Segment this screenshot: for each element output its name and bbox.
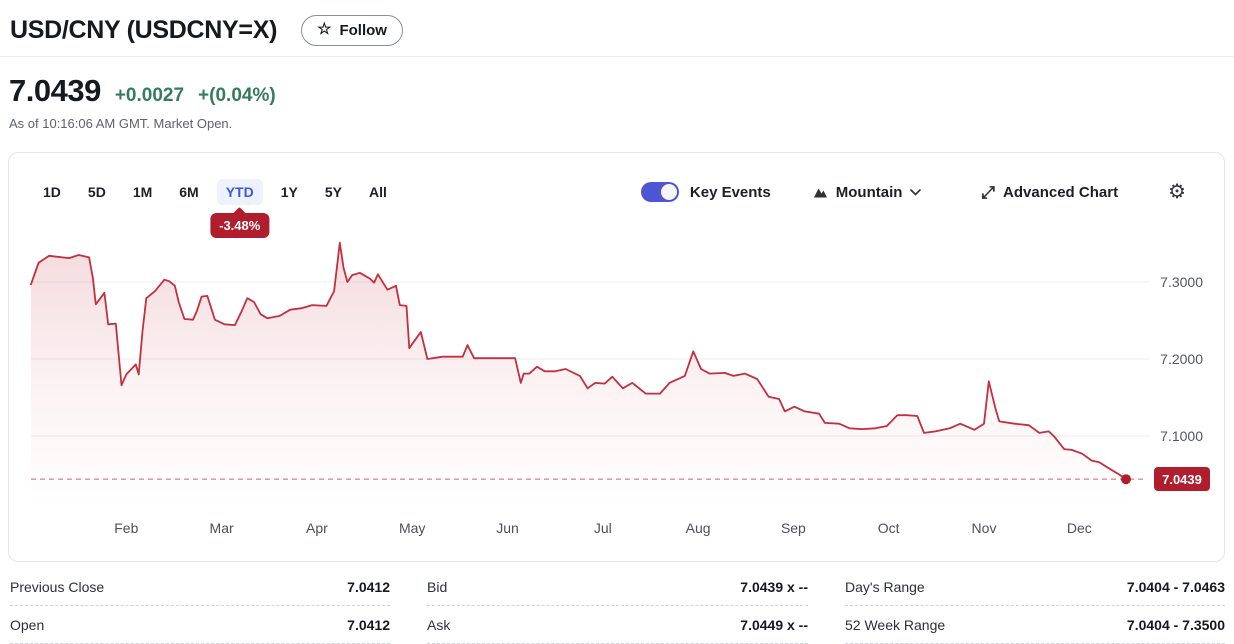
svg-text:Aug: Aug [686, 520, 711, 536]
advanced-chart-button[interactable]: ⤢ Advanced Chart [981, 184, 1118, 201]
tab-1d[interactable]: 1D [34, 179, 70, 205]
tab-5y[interactable]: 5Y [316, 179, 351, 205]
svg-text:Dec: Dec [1067, 520, 1092, 536]
svg-text:Mar: Mar [210, 520, 234, 536]
chart-type-dropdown[interactable]: Mountain [813, 184, 922, 201]
price-change: +0.0027 [114, 85, 185, 106]
stat-label: Day's Range [845, 578, 925, 595]
svg-text:Apr: Apr [306, 520, 328, 536]
stat-previous-close: Previous Close 7.0412 [10, 568, 390, 606]
stat-value: 7.0404 - 7.3500 [1126, 616, 1225, 633]
svg-text:Oct: Oct [878, 520, 900, 536]
star-icon: ☆ [317, 21, 332, 38]
price-change-percent: +(0.04%) [198, 85, 276, 106]
stat-label: Ask [427, 616, 451, 633]
tab-6m[interactable]: 6M [170, 179, 207, 205]
current-price: 7.0439 [9, 73, 101, 108]
key-events-control: Key Events [640, 182, 771, 202]
stat-value: 7.0439 x -- [740, 578, 808, 595]
advanced-chart-label: Advanced Chart [1003, 183, 1119, 201]
svg-text:Feb: Feb [114, 520, 138, 536]
quote-stats: Previous Close 7.0412 Bid 7.0439 x -- Da… [0, 568, 1234, 644]
page-title: USD/CNY (USDCNY=X) [10, 15, 278, 44]
stat-value: 7.0449 x -- [740, 616, 808, 633]
tab-all[interactable]: All [360, 179, 396, 205]
tab-1y[interactable]: 1Y [272, 179, 307, 205]
stat-label: Previous Close [10, 578, 105, 595]
chart-card: 7.3000 7.2000 7.1000 Feb Mar Apr May Jun Jul Aug S… [8, 152, 1225, 562]
stat-bid: Bid 7.0439 x -- [427, 568, 808, 606]
stat-label: 52 Week Range [845, 616, 946, 633]
svg-text:Nov: Nov [972, 520, 997, 536]
price-section: 7.0439 +0.0027 +(0.04%) [0, 57, 1234, 109]
svg-text:Jun: Jun [496, 520, 519, 536]
expand-arrow-icon: ⤢ [981, 182, 996, 202]
stat-label: Open [10, 616, 45, 633]
toggle-knob [660, 184, 677, 200]
mountain-icon [813, 188, 827, 198]
svg-text:7.2000: 7.2000 [1160, 351, 1203, 367]
stat-value: 7.0404 - 7.0463 [1126, 578, 1225, 595]
stat-value: 7.0412 [347, 578, 390, 595]
key-events-toggle[interactable] [640, 182, 679, 202]
stat-open: Open 7.0412 [10, 606, 390, 644]
tab-5d[interactable]: 5D [79, 179, 115, 205]
chart-toolbar: 1D 5D 1M 6M YTD -3.48% 1Y 5Y All Key Eve… [9, 153, 1224, 238]
ytd-change-badge: -3.48% [210, 213, 270, 238]
current-price-badge: 7.0439 [1154, 467, 1210, 491]
follow-button[interactable]: ☆ Follow [301, 14, 403, 46]
price-timestamp: As of 10:16:06 AM GMT. Market Open. [9, 116, 233, 131]
stat-value: 7.0412 [347, 616, 390, 633]
chart-tools: Key Events Mountain ⤢ Advanced Chart ⚙ [640, 182, 1186, 202]
quote-header: USD/CNY (USDCNY=X) ☆ Follow [0, 0, 1234, 57]
svg-text:Sep: Sep [781, 520, 806, 536]
stat-label: Bid [427, 578, 448, 595]
tab-1m[interactable]: 1M [124, 179, 161, 205]
chart-type-label: Mountain [835, 183, 903, 201]
svg-text:Jul: Jul [594, 520, 612, 536]
svg-text:May: May [399, 520, 425, 536]
price-chart[interactable]: 7.3000 7.2000 7.1000 Feb Mar Apr May Jun Jul Aug S… [9, 153, 1226, 563]
stat-52-week-range: 52 Week Range 7.0404 - 7.3500 [845, 606, 1225, 644]
stat-ask: Ask 7.0449 x -- [427, 606, 808, 644]
tab-ytd[interactable]: YTD -3.48% [210, 179, 270, 238]
stat-days-range: Day's Range 7.0404 - 7.0463 [845, 568, 1225, 606]
settings-gear-icon[interactable]: ⚙ [1168, 182, 1186, 202]
svg-text:7.1000: 7.1000 [1160, 428, 1203, 444]
svg-text:7.3000: 7.3000 [1160, 274, 1203, 290]
key-events-label: Key Events [689, 183, 771, 201]
tab-ytd-label: YTD [225, 184, 254, 200]
chevron-down-icon [910, 188, 922, 196]
follow-label: Follow [339, 21, 387, 39]
